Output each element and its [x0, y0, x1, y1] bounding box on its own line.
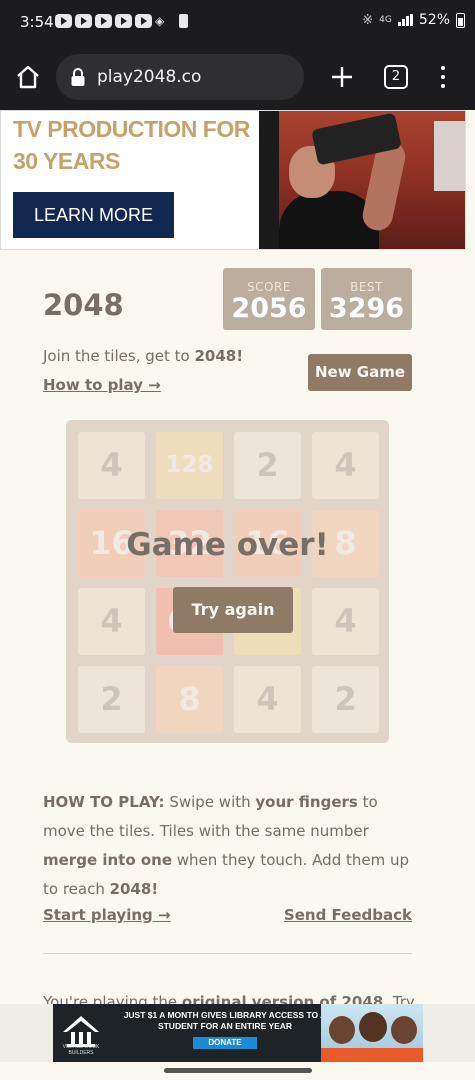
battery-percent: 52% — [418, 12, 450, 28]
try-again-button[interactable]: Try again — [173, 587, 293, 633]
best-box: BEST 3296 — [321, 268, 412, 330]
send-feedback-link[interactable]: Send Feedback — [284, 906, 412, 924]
intro-goal: 2048! — [194, 347, 244, 365]
logo-text: VILLAGE BOOK BUILDERS — [62, 1044, 100, 1056]
bottom-ad-text: JUST $1 A MONTH GIVES LIBRARY ACCESS TO … — [115, 1010, 335, 1032]
tabs-icon[interactable]: 2 — [384, 65, 408, 89]
how-to-play-text: HOW TO PLAY: Swipe with your fingers to … — [43, 788, 418, 904]
notification-icons: ◈ — [55, 14, 188, 28]
home-gesture-handle[interactable] — [164, 1068, 312, 1073]
learn-more-button[interactable]: LEARN MORE — [13, 192, 174, 238]
bluetooth-icon: ※ — [362, 12, 374, 28]
youtube-notification-icon — [95, 14, 112, 28]
youtube-notification-icon — [75, 14, 92, 28]
divider — [43, 953, 412, 954]
url-text: play2048.co — [97, 67, 202, 87]
battery-icon — [456, 12, 465, 28]
start-playing-link[interactable]: Start playing → — [43, 906, 171, 924]
youtube-notification-icon — [55, 14, 72, 28]
status-right: ※ 4G 52% — [362, 12, 465, 28]
plus-icon[interactable] — [328, 63, 356, 91]
signal-icon — [397, 14, 413, 26]
instructions-bold: your fingers — [255, 793, 358, 811]
youtube-notification-icon — [135, 14, 152, 28]
instructions-bold: merge into one — [43, 851, 173, 869]
bottom-ad-line1: JUST $1 A MONTH GIVES LIBRARY ACCESS TO … — [123, 1010, 327, 1020]
browser-toolbar: play2048.co 2 — [0, 44, 475, 110]
game-over-message: Game over! — [126, 527, 329, 563]
intro-text: Join the tiles, get to 2048! — [43, 347, 243, 365]
address-bar[interactable]: play2048.co — [56, 54, 304, 100]
youtube-notification-icon — [115, 14, 132, 28]
best-label: BEST — [350, 280, 383, 294]
battery-saver-icon — [179, 14, 188, 28]
ad-photo — [259, 111, 465, 249]
lock-icon — [71, 68, 85, 86]
ad-headline-line2: 30 YEARS — [13, 148, 120, 174]
ad-headline-line1: TV PRODUCTION FOR — [13, 116, 250, 142]
status-bar: 3:54 ◈ ※ 4G 52% — [0, 0, 475, 44]
instructions-text: Swipe with — [164, 793, 256, 811]
bottom-ad-photo — [321, 1004, 423, 1062]
how-to-play-label: HOW TO PLAY: — [43, 793, 165, 811]
incognito-icon: ◈ — [155, 14, 165, 28]
new-game-button[interactable]: New Game — [308, 354, 412, 391]
bottom-ad-line2: STUDENT FOR AN ENTIRE YEAR — [157, 1021, 293, 1031]
game-over-overlay — [66, 420, 389, 743]
score-box: SCORE 2056 — [223, 268, 315, 330]
ad-banner[interactable]: TV PRODUCTION FOR 30 YEARS LEARN MORE — [0, 110, 466, 250]
score-label: SCORE — [247, 280, 291, 294]
donate-button[interactable]: DONATE — [193, 1037, 257, 1049]
system-nav-bar — [0, 1062, 475, 1080]
ad-headline: TV PRODUCTION FOR 30 YEARS — [13, 113, 250, 177]
bottom-ad[interactable]: VILLAGE BOOK BUILDERS JUST $1 A MONTH GI… — [53, 1004, 423, 1062]
instructions-bold: 2048! — [109, 880, 159, 898]
best-value: 3296 — [328, 293, 405, 324]
network-type-icon: 4G — [379, 14, 392, 25]
home-icon[interactable] — [14, 63, 42, 91]
how-to-play-link[interactable]: How to play → — [43, 376, 161, 394]
status-time: 3:54 — [20, 13, 54, 31]
score-value: 2056 — [231, 293, 307, 324]
more-icon[interactable] — [433, 63, 453, 91]
game-title: 2048 — [43, 288, 124, 322]
intro-prefix: Join the tiles, get to — [43, 347, 195, 365]
